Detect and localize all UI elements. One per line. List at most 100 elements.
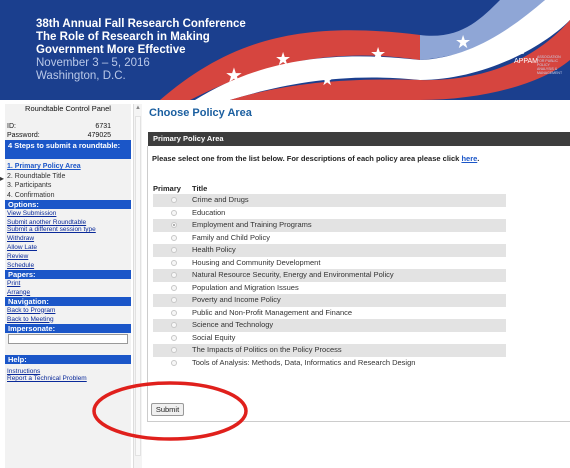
policy-area-row: Education bbox=[153, 207, 506, 220]
svg-text:★: ★ bbox=[275, 49, 291, 70]
policy-area-label: Education bbox=[192, 207, 226, 217]
policy-area-label: Tools of Analysis: Methods, Data, Inform… bbox=[192, 357, 416, 367]
policy-area-label: Crime and Drugs bbox=[192, 195, 249, 204]
policy-area-label: Social Equity bbox=[192, 332, 236, 342]
review-link[interactable]: Review bbox=[5, 252, 131, 261]
password-label: Password: bbox=[7, 132, 40, 139]
appam-logo-subtitle: ASSOCIATION FOR PUBLIC POLICY ANALYSIS &… bbox=[537, 55, 563, 75]
conference-banner: ★ ★ ★ ★ ★ 38th Annual Fall Research Conf… bbox=[0, 0, 570, 100]
conference-dates: November 3 – 5, 2016 bbox=[36, 57, 150, 69]
impersonate-heading: Impersonate: bbox=[5, 323, 131, 333]
help-heading: Help: bbox=[5, 355, 131, 364]
back-to-meeting-link[interactable]: Back to Meeting bbox=[5, 315, 131, 324]
view-submission-link[interactable]: View Submission bbox=[5, 209, 131, 218]
navigation-heading: Navigation: bbox=[5, 296, 131, 306]
scroll-up-icon[interactable]: ▲ bbox=[134, 105, 142, 113]
svg-text:★: ★ bbox=[370, 44, 386, 65]
policy-area-row: Population and Migration Issues bbox=[153, 282, 506, 295]
policy-area-row: Science and Technology bbox=[153, 319, 506, 332]
withdraw-link[interactable]: Withdraw bbox=[5, 234, 131, 243]
policy-area-radio[interactable] bbox=[171, 309, 177, 316]
scrollbar-thumb[interactable] bbox=[135, 116, 141, 456]
policy-area-label: Family and Child Policy bbox=[192, 232, 270, 242]
print-link[interactable]: Print bbox=[5, 279, 131, 288]
conference-theme-line2: Government More Effective bbox=[36, 44, 186, 56]
policy-area-row: Poverty and Income Policy bbox=[153, 294, 506, 307]
policy-area-row: Public and Non-Profit Management and Fin… bbox=[153, 307, 506, 320]
policy-area-radio[interactable] bbox=[171, 284, 177, 291]
policy-area-label: The Impacts of Politics on the Policy Pr… bbox=[192, 345, 342, 354]
policy-area-radio[interactable] bbox=[171, 359, 177, 366]
step-participants: 3. Participants bbox=[7, 182, 52, 189]
policy-area-row: Housing and Community Development bbox=[153, 257, 506, 270]
conference-heading: 38th Annual Fall Research Conference The… bbox=[36, 18, 246, 83]
back-to-program-link[interactable]: Back to Program bbox=[5, 306, 131, 315]
policy-area-row: Natural Resource Security, Energy and En… bbox=[153, 269, 506, 282]
policy-area-radio[interactable] bbox=[171, 197, 177, 203]
policy-area-radio[interactable] bbox=[171, 209, 177, 216]
policy-area-row: The Impacts of Politics on the Policy Pr… bbox=[153, 344, 506, 357]
policy-area-radio[interactable] bbox=[171, 222, 177, 228]
policy-area-label: Science and Technology bbox=[192, 320, 274, 329]
policy-descriptions-link[interactable]: here bbox=[461, 154, 477, 163]
policy-area-radio[interactable] bbox=[171, 259, 177, 266]
allow-late-link[interactable]: Allow Late bbox=[5, 243, 131, 252]
conference-title: 38th Annual Fall Research Conference bbox=[36, 18, 246, 30]
column-header-primary: Primary bbox=[153, 184, 181, 193]
submit-button[interactable]: Submit bbox=[151, 403, 184, 416]
policy-area-label: Employment and Training Programs bbox=[192, 220, 312, 229]
appam-logo-icon: ⌂ bbox=[519, 46, 525, 56]
control-panel-sidebar: Roundtable Control Panel ID: 6731 Passwo… bbox=[5, 104, 131, 468]
svg-text:★: ★ bbox=[455, 32, 471, 53]
id-value: 6731 bbox=[95, 123, 111, 130]
policy-area-label: Population and Migration Issues bbox=[192, 282, 299, 292]
policy-area-label: Public and Non-Profit Management and Fin… bbox=[192, 307, 353, 317]
password-row: Password: 479025 bbox=[5, 131, 131, 140]
policy-area-radio[interactable] bbox=[171, 247, 177, 253]
panel-border-bottom bbox=[148, 421, 570, 422]
appam-logo-text: APPAM bbox=[514, 58, 538, 65]
policy-area-radio[interactable] bbox=[171, 272, 177, 278]
page-title: Choose Policy Area bbox=[149, 107, 252, 119]
current-step-arrow-icon: ▸ bbox=[0, 174, 5, 183]
policy-area-label: Housing and Community Development bbox=[192, 257, 321, 267]
panel-border-left bbox=[147, 146, 148, 422]
svg-text:★: ★ bbox=[320, 70, 334, 89]
arrange-link[interactable]: Arrange bbox=[5, 288, 131, 297]
policy-area-radio[interactable] bbox=[171, 297, 177, 303]
policy-area-radio[interactable] bbox=[171, 234, 177, 241]
policy-area-label: Poverty and Income Policy bbox=[192, 295, 281, 304]
papers-heading: Papers: bbox=[5, 269, 131, 279]
conference-theme-line1: The Role of Research in Making bbox=[36, 31, 210, 43]
report-technical-problem-link[interactable]: Report a Technical Problem bbox=[5, 375, 131, 383]
policy-area-radio[interactable] bbox=[171, 334, 177, 341]
policy-area-row: Crime and Drugs bbox=[153, 194, 506, 207]
id-row: ID: 6731 bbox=[5, 122, 131, 131]
impersonate-input[interactable] bbox=[8, 333, 128, 344]
sidebar-scrollbar[interactable]: ▲ bbox=[133, 104, 142, 468]
step-roundtable-title: 2. Roundtable Title bbox=[7, 172, 66, 180]
policy-area-radio[interactable] bbox=[171, 322, 177, 328]
policy-area-label: Health Policy bbox=[192, 245, 236, 254]
policy-area-radio[interactable] bbox=[171, 347, 177, 353]
column-header-title: Title bbox=[192, 184, 208, 193]
sidebar-title: Roundtable Control Panel bbox=[25, 104, 111, 113]
policy-area-row: Family and Child Policy bbox=[153, 232, 506, 245]
policy-area-row: Employment and Training Programs bbox=[153, 219, 506, 232]
steps-heading: 4 Steps to submit a roundtable: bbox=[5, 140, 131, 159]
instructions-body: Please select one from the list below. F… bbox=[152, 154, 460, 163]
step-primary-policy-area[interactable]: 1. Primary Policy Area bbox=[5, 162, 131, 172]
policy-area-label: Natural Resource Security, Energy and En… bbox=[192, 270, 394, 279]
conference-location: Washington, D.C. bbox=[36, 70, 126, 82]
policy-area-row: Health Policy bbox=[153, 244, 506, 257]
schedule-link[interactable]: Schedule bbox=[5, 261, 131, 270]
id-label: ID: bbox=[7, 123, 16, 130]
options-heading: Options: bbox=[5, 200, 131, 209]
step-confirmation: 4. Confirmation bbox=[7, 191, 55, 199]
policy-area-list: Crime and Drugs Education Employment and T… bbox=[153, 194, 506, 369]
policy-area-row: Social Equity bbox=[153, 332, 506, 345]
instructions-text: Please select one from the list below. F… bbox=[152, 154, 480, 163]
policy-area-row: Tools of Analysis: Methods, Data, Inform… bbox=[153, 357, 506, 370]
password-value: 479025 bbox=[87, 132, 111, 139]
panel-heading: Primary Policy Area bbox=[148, 132, 570, 146]
